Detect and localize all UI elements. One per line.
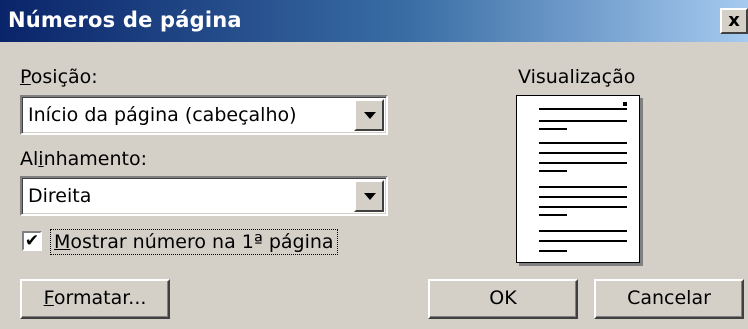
alignment-select-value: Direita	[28, 185, 92, 207]
preview-line	[539, 214, 567, 216]
position-select-value: Início da página (cabeçalho)	[28, 104, 297, 126]
preview-line	[539, 128, 567, 130]
dialog-title: Números de página	[8, 8, 242, 32]
chevron-down-icon[interactable]	[354, 99, 384, 131]
preview-line	[539, 186, 627, 188]
preview-line	[539, 240, 627, 242]
format-button[interactable]: Formatar...	[20, 279, 170, 319]
preview-line	[539, 206, 627, 208]
cancel-button[interactable]: Cancelar	[594, 279, 744, 319]
preview-line	[539, 120, 627, 122]
show-first-page-label[interactable]: Mostrar número na 1ª página	[50, 229, 338, 255]
preview-line	[539, 108, 627, 110]
title-bar[interactable]: Números de página x	[0, 0, 748, 42]
page-number-marker	[623, 102, 627, 106]
preview-line	[539, 152, 627, 154]
preview-line	[539, 196, 627, 198]
preview-label: Visualização	[518, 66, 636, 88]
preview-line	[539, 162, 627, 164]
chevron-down-icon[interactable]	[354, 180, 384, 212]
show-first-page-checkbox[interactable]: ✔	[22, 231, 42, 251]
alignment-select[interactable]: Direita	[20, 176, 388, 216]
page-numbers-dialog: Números de página x Posição: Início da p…	[0, 0, 748, 329]
preview-line	[539, 250, 567, 252]
alignment-label: Alinhamento:	[20, 148, 148, 170]
preview-line	[539, 230, 627, 232]
close-button[interactable]: x	[720, 8, 748, 34]
position-select[interactable]: Início da página (cabeçalho)	[20, 95, 388, 135]
ok-button[interactable]: OK	[428, 279, 578, 319]
close-icon: x	[728, 10, 740, 31]
page-preview	[516, 95, 640, 263]
position-label: Posição:	[20, 66, 98, 88]
preview-line	[539, 170, 567, 172]
preview-line	[539, 142, 627, 144]
checkmark-icon: ✔	[24, 231, 40, 251]
